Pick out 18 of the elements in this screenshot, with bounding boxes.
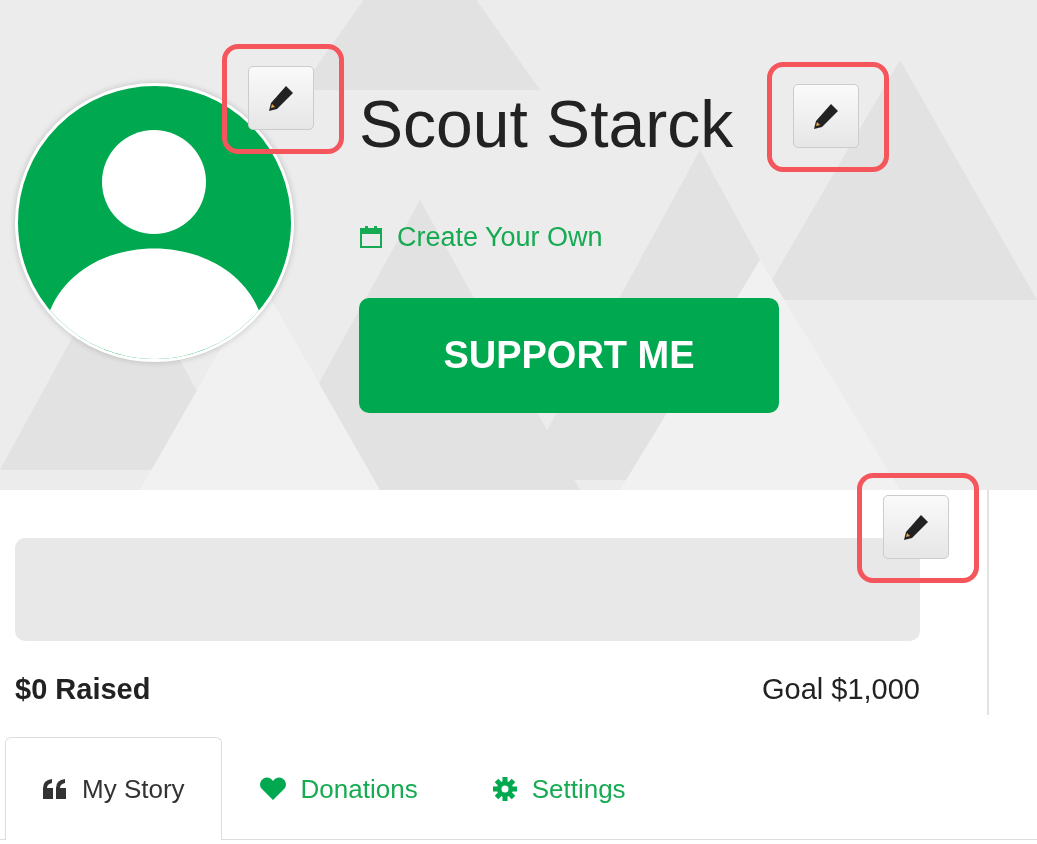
create-your-own-link[interactable]: Create Your Own xyxy=(359,217,603,258)
gear-icon xyxy=(491,776,518,802)
profile-name: Scout Starck xyxy=(359,91,735,157)
edit-button[interactable] xyxy=(248,66,314,130)
pencil-icon xyxy=(266,83,296,113)
heart-icon xyxy=(258,777,287,801)
raised-amount: $0 Raised xyxy=(15,672,151,707)
tab[interactable]: Settings xyxy=(454,737,663,840)
pencil-icon xyxy=(901,512,931,542)
calendar-icon xyxy=(359,225,383,250)
support-me-button[interactable]: SUPPORT ME xyxy=(359,297,779,413)
tab[interactable]: My Story xyxy=(5,737,222,840)
quote-icon xyxy=(42,778,68,800)
tab[interactable]: Donations xyxy=(221,737,455,840)
goal-amount: Goal $1,000 xyxy=(762,672,920,707)
edit-button[interactable] xyxy=(883,495,949,559)
edit-button[interactable] xyxy=(793,84,859,148)
pencil-icon xyxy=(811,101,841,131)
